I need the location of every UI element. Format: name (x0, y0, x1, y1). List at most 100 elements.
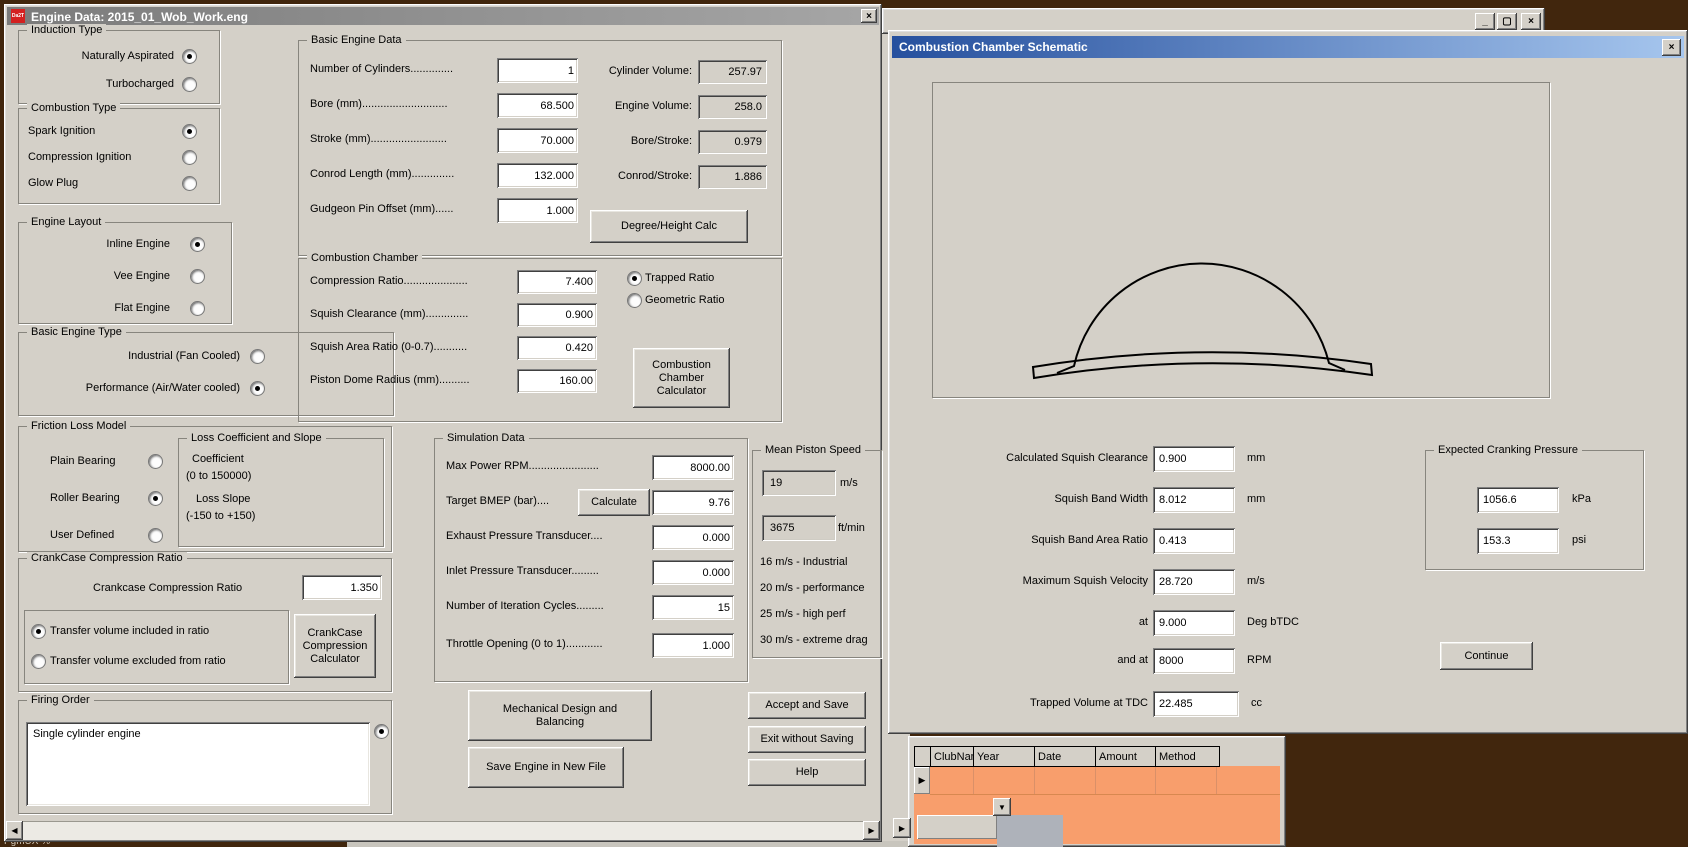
table-gridline (1034, 767, 1035, 794)
field-label: Number of Cylinders.............. (310, 63, 454, 75)
table-row[interactable] (930, 767, 1280, 795)
group-title: Mean Piston Speed (761, 444, 866, 457)
calc-squish-clearance-value[interactable] (1153, 446, 1235, 472)
radio-label: Glow Plug (28, 177, 79, 189)
row-selector-arrow-icon: ▶ (918, 775, 926, 785)
radio-compression-ignition[interactable] (182, 150, 197, 165)
squish-band-width-value[interactable] (1153, 487, 1235, 513)
degree-height-calc-button[interactable]: Degree/Height Calc (590, 210, 748, 243)
piston-dome-radius-input[interactable] (517, 369, 597, 393)
unit-label: Deg bTDC (1247, 616, 1299, 628)
accept-and-save-button[interactable]: Accept and Save (748, 692, 866, 719)
schematic-window: Combustion Chamber Schematic × Calculate… (888, 30, 1688, 734)
radio-plain-bearing[interactable] (148, 454, 163, 469)
value: 1.886 (734, 171, 762, 183)
exhaust-transducer-input[interactable] (652, 525, 734, 550)
group-title: CrankCase Compression Ratio (27, 552, 187, 565)
scroll-down-glyph: ▼ (998, 802, 1006, 812)
trapped-volume-value[interactable] (1153, 691, 1239, 717)
radio-label: Industrial (Fan Cooled) (128, 350, 240, 362)
table-header-year[interactable]: Year (973, 746, 1038, 767)
field-label: Squish Area Ratio (0-0.7)........... (310, 341, 468, 353)
radio-trapped-ratio[interactable] (627, 271, 642, 286)
save-engine-new-file-button[interactable]: Save Engine in New File (468, 747, 624, 788)
scroll-left-icon[interactable]: ◀ (6, 821, 23, 840)
unit-label: m/s (840, 477, 858, 489)
field-label: Gudgeon Pin Offset (mm)...... (310, 203, 454, 215)
continue-button[interactable]: Continue (1440, 642, 1533, 670)
squish-velocity-angle-value[interactable] (1153, 610, 1235, 636)
help-button[interactable]: Help (748, 759, 866, 786)
radio-inline-engine[interactable] (190, 237, 205, 252)
cranking-psi-value[interactable] (1477, 528, 1559, 554)
unit-label: ft/min (838, 522, 865, 534)
engine-volume-value: 258.0 (698, 95, 767, 119)
throttle-opening-input[interactable] (652, 633, 734, 658)
squish-band-area-ratio-value[interactable] (1153, 528, 1235, 554)
squish-clearance-input[interactable] (517, 303, 597, 327)
radio-glow-plug[interactable] (182, 176, 197, 191)
squish-velocity-rpm-value[interactable] (1153, 648, 1235, 674)
cranking-kpa-value[interactable] (1477, 487, 1559, 513)
table-row-selector[interactable]: ▶ (914, 767, 930, 794)
schematic-titlebar[interactable]: Combustion Chamber Schematic (892, 36, 1684, 58)
mechanical-design-button[interactable]: Mechanical Design and Balancing (468, 690, 652, 741)
engine-window-titlebar[interactable]: Da2T Engine Data: 2015_01_Wob_Work.eng × (7, 7, 879, 25)
datasheet-fragment-2 (997, 815, 1063, 847)
minimize-icon[interactable]: _ (1475, 13, 1495, 30)
maximize-icon[interactable]: ▢ (1497, 13, 1517, 30)
max-power-rpm-input[interactable] (652, 455, 734, 480)
table-header-clubname[interactable]: ClubName (930, 746, 986, 767)
field-label: Piston Dome Radius (mm).......... (310, 374, 470, 386)
radio-transfer-excluded[interactable] (31, 654, 46, 669)
radio-naturally-aspirated[interactable] (182, 49, 197, 64)
combustion-chamber-calculator-button[interactable]: Combustion Chamber Calculator (633, 348, 730, 408)
radio-industrial[interactable] (250, 349, 265, 364)
radio-label: Compression Ignition (28, 151, 132, 163)
field-label: Maximum Squish Velocity (1022, 575, 1148, 587)
iteration-cycles-input[interactable] (652, 595, 734, 620)
scroll-down-icon[interactable]: ▼ (993, 798, 1011, 816)
target-bmep-input[interactable] (652, 490, 734, 515)
close-icon[interactable]: × (1662, 39, 1681, 56)
unit-label: mm (1247, 452, 1266, 464)
crankcase-calculator-button[interactable]: CrankCase Compression Calculator (294, 614, 376, 678)
value: 257.97 (728, 66, 762, 78)
radio-label: Naturally Aspirated (81, 50, 174, 62)
compression-ratio-input[interactable] (517, 270, 597, 294)
crankcase-ratio-input[interactable] (302, 575, 382, 600)
background-scroll-right-icon[interactable]: ▶ (893, 818, 911, 838)
scroll-right-icon[interactable]: ▶ (863, 821, 880, 840)
unit-label: mm (1247, 493, 1266, 505)
radio-performance[interactable] (250, 381, 265, 396)
radio-turbocharged[interactable] (182, 77, 197, 92)
squish-area-ratio-input[interactable] (517, 336, 597, 360)
calculate-button[interactable]: Calculate (578, 489, 650, 516)
radio-label: Performance (Air/Water cooled) (85, 382, 240, 394)
radio-vee-engine[interactable] (190, 269, 205, 284)
group-title: Engine Layout (27, 216, 106, 229)
table-header-method[interactable]: Method (1155, 746, 1220, 767)
exit-without-saving-button[interactable]: Exit without Saving (748, 726, 866, 753)
field-label: Bore (mm)............................ (310, 98, 448, 110)
radio-transfer-included[interactable] (31, 624, 46, 639)
radio-geometric-ratio[interactable] (627, 293, 642, 308)
field-label: Compression Ratio..................... (310, 275, 468, 287)
radio-flat-engine[interactable] (190, 301, 205, 316)
radio-firing-order[interactable] (374, 724, 389, 739)
table-header-amount[interactable]: Amount (1095, 746, 1159, 767)
gudgeon-input[interactable] (497, 198, 578, 223)
close-icon[interactable]: × (1521, 13, 1541, 30)
field-label: Squish Clearance (mm).............. (310, 308, 469, 320)
max-squish-velocity-value[interactable] (1153, 569, 1235, 595)
radio-label: Transfer volume excluded from ratio (50, 655, 226, 667)
group-title: Loss Coefficient and Slope (187, 432, 326, 445)
inlet-transducer-input[interactable] (652, 560, 734, 585)
horizontal-scrollbar[interactable] (6, 821, 880, 840)
radio-user-defined[interactable] (148, 528, 163, 543)
close-icon[interactable]: × (861, 9, 877, 23)
radio-roller-bearing[interactable] (148, 491, 163, 506)
firing-order-list[interactable]: Single cylinder engine (26, 722, 370, 806)
table-header-date[interactable]: Date (1034, 746, 1099, 767)
radio-spark-ignition[interactable] (182, 124, 197, 139)
